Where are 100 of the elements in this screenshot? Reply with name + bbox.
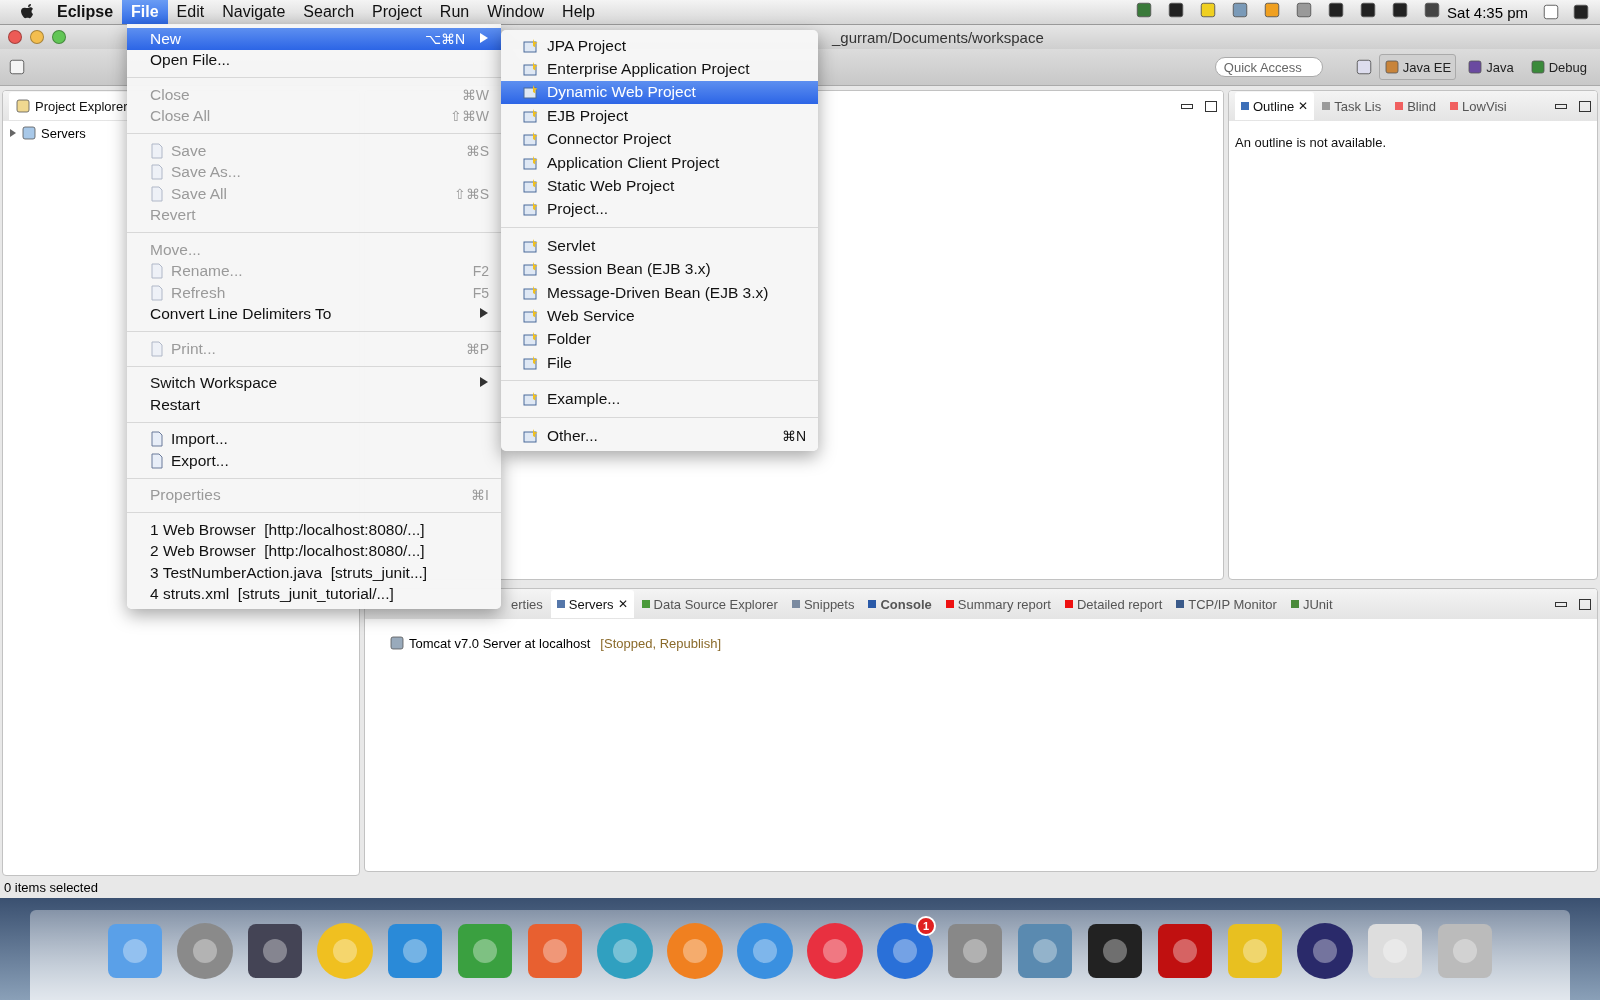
menu-item[interactable]: 1 Web Browser [http:/localhost:8080/...] xyxy=(127,519,501,541)
project-icon xyxy=(523,354,539,371)
maximize-icon[interactable] xyxy=(1579,100,1591,112)
zoom-button[interactable] xyxy=(52,30,66,44)
menu-item[interactable]: Enterprise Application Project xyxy=(501,57,818,81)
shortcut-label: ⌘W xyxy=(461,86,489,103)
project-icon xyxy=(523,391,539,408)
perspective-button[interactable]: Java EE xyxy=(1378,54,1457,80)
menu-title[interactable]: Navigate xyxy=(213,0,295,24)
project-icon xyxy=(523,178,539,195)
menu-title[interactable]: Project xyxy=(363,0,431,24)
view-tab[interactable]: Blind xyxy=(1389,92,1443,120)
menu-item[interactable]: JPA Project xyxy=(501,34,818,58)
shortcut-label: ⌘S xyxy=(465,142,489,159)
project-icon xyxy=(523,37,539,54)
document-icon xyxy=(149,142,165,159)
minimize-icon[interactable] xyxy=(1555,601,1567,607)
project-icon xyxy=(523,201,539,218)
quick-access-field[interactable]: Quick Access xyxy=(1214,57,1323,77)
menu-item[interactable]: Example... xyxy=(501,387,818,411)
menu-item[interactable]: Servlet xyxy=(501,234,818,258)
status-text: 0 items selected xyxy=(4,879,98,895)
close-icon[interactable]: ✕ xyxy=(1298,99,1309,113)
menu-title[interactable]: Edit xyxy=(167,0,214,24)
view-tab[interactable]: Snippets xyxy=(785,590,861,618)
view-tab[interactable]: Console xyxy=(862,590,938,618)
project-icon xyxy=(523,84,539,101)
project-icon xyxy=(523,427,539,444)
view-tab[interactable]: TCP/IP Monitor xyxy=(1170,590,1283,618)
view-tab[interactable]: LowVisi xyxy=(1444,92,1513,120)
project-icon xyxy=(523,284,539,301)
menu-item[interactable]: Import... xyxy=(127,428,501,450)
menu-item[interactable]: Dynamic Web Project xyxy=(501,80,818,105)
project-icon xyxy=(523,131,539,148)
app-menu[interactable]: Eclipse xyxy=(48,0,123,24)
project-icon xyxy=(523,61,539,78)
menu-item[interactable]: Connector Project xyxy=(501,127,818,151)
close-button[interactable] xyxy=(8,30,22,44)
server-status: [Stopped, Republish] xyxy=(600,635,722,651)
submenu-arrow-icon xyxy=(479,31,489,44)
menu-item[interactable]: Web Service xyxy=(501,304,818,328)
submenu-arrow-icon xyxy=(479,376,489,389)
menu-item[interactable]: New ⌥⌘N xyxy=(127,28,501,50)
project-icon xyxy=(523,308,539,324)
shortcut-label: ⌘I xyxy=(471,487,489,504)
project-icon xyxy=(523,331,539,348)
menu-item[interactable]: 3 TestNumberAction.java [struts_junit...] xyxy=(127,562,501,584)
shortcut-label: ⌥⌘N xyxy=(424,30,465,47)
shortcut-label: ⌘N xyxy=(781,427,806,444)
view-tab[interactable]: Data Source Explorer xyxy=(635,590,784,618)
document-icon xyxy=(149,185,165,202)
menu-title[interactable]: Help xyxy=(553,0,604,24)
menu-item[interactable]: Convert Line Delimiters To xyxy=(127,303,501,325)
shortcut-label: F5 xyxy=(472,284,489,301)
menu-item[interactable]: EJB Project xyxy=(501,104,818,128)
menu-title[interactable]: File xyxy=(122,0,168,24)
maximize-icon[interactable] xyxy=(1205,100,1217,112)
menu-item[interactable]: Folder xyxy=(501,327,818,352)
menu-title[interactable]: Run xyxy=(430,0,479,24)
document-icon xyxy=(149,452,165,469)
menu-item[interactable]: 4 struts.xml [struts_junit_tutorial/...] xyxy=(127,583,501,605)
menu-title[interactable]: Window xyxy=(478,0,554,24)
minimize-icon[interactable] xyxy=(1555,103,1567,109)
menu-item[interactable]: Static Web Project xyxy=(501,174,818,198)
project-icon xyxy=(523,237,539,254)
menu-item[interactable]: Other... ⌘N xyxy=(501,423,818,448)
document-icon xyxy=(149,164,165,181)
maximize-icon[interactable] xyxy=(1579,598,1591,610)
view-tab[interactable]: Detailed report xyxy=(1058,590,1169,618)
perspective-button[interactable]: Java xyxy=(1462,54,1519,80)
view-tab[interactable]: JUnit xyxy=(1284,590,1339,618)
menu-item[interactable]: Project... xyxy=(501,197,818,222)
view-tab[interactable]: Summary report xyxy=(939,590,1057,618)
menu-item[interactable]: Open File... xyxy=(127,49,501,71)
perspective-button[interactable]: Debug xyxy=(1524,54,1592,80)
menu-item[interactable]: Message-Driven Bean (EJB 3.x) xyxy=(501,280,818,305)
shortcut-label: ⌘P xyxy=(465,340,489,357)
menu-item[interactable]: 2 Web Browser [http:/localhost:8080/...] xyxy=(127,540,501,562)
minimize-icon[interactable] xyxy=(1181,103,1193,109)
server-row[interactable]: Tomcat v7.0 Server at localhost [Stopped, Republish] xyxy=(365,633,1597,653)
menu-item[interactable]: Restart xyxy=(127,394,501,416)
menu-title[interactable]: Search xyxy=(294,0,364,24)
view-tab[interactable]: Outline ✕ xyxy=(1235,92,1315,120)
project-icon xyxy=(523,154,539,171)
menu-item[interactable]: Session Bean (EJB 3.x) xyxy=(501,257,818,281)
outline-message: An outline is not available. xyxy=(1234,134,1388,152)
minimize-button[interactable] xyxy=(30,30,44,44)
shortcut-label: F2 xyxy=(472,263,489,280)
view-tab[interactable]: Task Lis xyxy=(1316,92,1388,120)
shortcut-label: ⇧⌘S xyxy=(453,185,489,202)
view-tab[interactable]: Servers ✕ xyxy=(550,590,634,618)
menu-item[interactable]: Application Client Project xyxy=(501,150,818,175)
menu-item[interactable]: Export... xyxy=(127,450,501,472)
apple-icon[interactable] xyxy=(20,3,36,21)
menu-item[interactable]: Switch Workspace xyxy=(127,372,501,394)
document-icon xyxy=(149,284,165,301)
menu-item[interactable]: File xyxy=(501,351,818,375)
view-tab[interactable]: erties xyxy=(505,590,549,618)
close-icon[interactable]: ✕ xyxy=(617,597,628,611)
clock: Sat 4:35 pm xyxy=(1447,3,1528,21)
